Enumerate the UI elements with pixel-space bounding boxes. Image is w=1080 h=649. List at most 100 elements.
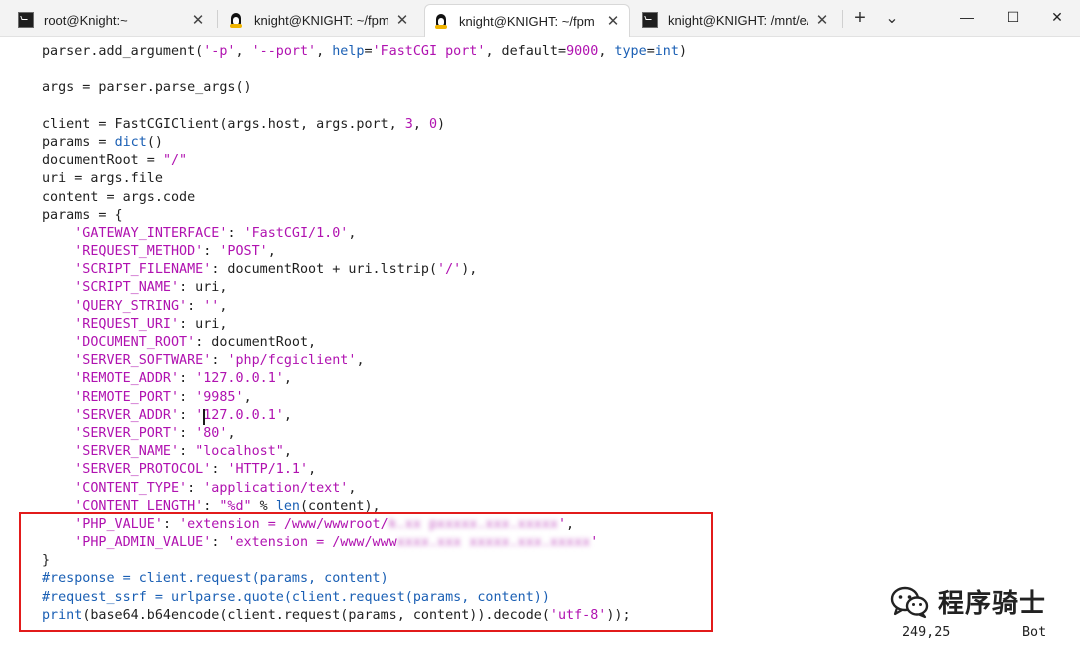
code-token: args = parser.parse_args() — [42, 80, 252, 96]
plus-icon: + — [854, 6, 866, 29]
code-token: = — [364, 44, 373, 59]
code-token: '127.0.0.1' — [195, 371, 284, 387]
code-token: 'php/fcgiclient' — [227, 353, 357, 369]
code-line: args = parser.parse_args() — [42, 79, 687, 97]
wechat-icon — [890, 586, 929, 618]
code-token: ), — [461, 262, 478, 278]
code-token: params = — [42, 134, 115, 150]
close-icon[interactable]: ✕ — [814, 11, 830, 29]
tab-root-knight[interactable]: root@Knight:~ ✕ — [10, 4, 214, 36]
code-line: 'SCRIPT_NAME': uri, — [42, 279, 687, 297]
code-token: help — [332, 44, 365, 59]
code-token: , — [267, 244, 276, 260]
code-token: 'POST' — [219, 244, 268, 260]
code-token: 'SERVER_PORT' — [74, 425, 180, 441]
code-token: : — [203, 244, 220, 260]
tab-knight-mnt[interactable]: knight@KNIGHT: /mnt/e/Pr ✕ — [634, 4, 838, 36]
code-token: , default= — [485, 44, 567, 59]
code-token: 'application/text' — [203, 480, 349, 496]
code-token: , — [308, 462, 317, 478]
code-line: content = args.code — [42, 189, 687, 207]
code-token: 'REQUEST_URI' — [74, 316, 180, 332]
code-token: content = args.code — [42, 189, 196, 205]
watermark-text: 程序骑士 — [938, 589, 1047, 619]
terminal-pane[interactable]: parser.add_argument('-p', '--port', help… — [0, 37, 1080, 649]
tab-divider — [842, 10, 843, 28]
code-token: 'QUERY_STRING' — [74, 298, 188, 314]
code-token: '' — [203, 298, 220, 314]
code-line: 'SCRIPT_FILENAME': documentRoot + uri.ls… — [42, 261, 687, 279]
close-icon[interactable]: ✕ — [394, 11, 410, 29]
linux-tux-icon — [433, 13, 449, 29]
code-token: : documentRoot + uri.lstrip( — [211, 262, 438, 278]
text-cursor — [203, 408, 206, 425]
code-token: type — [614, 44, 647, 59]
code-line: 'GATEWAY_INTERFACE': 'FastCGI/1.0', — [42, 225, 687, 243]
code-line: 'SERVER_PORT': '80', — [42, 425, 687, 443]
code-line: parser.add_argument('-p', '--port', help… — [42, 43, 687, 61]
code-token: : uri, — [179, 316, 228, 332]
code-line: 'CONTENT_TYPE': 'application/text', — [42, 480, 687, 498]
code-line: 'DOCUMENT_ROOT': documentRoot, — [42, 334, 687, 352]
code-token: : — [211, 462, 228, 478]
maximize-button[interactable]: ☐ — [990, 0, 1036, 34]
cmd-icon — [642, 12, 658, 28]
code-token: , — [243, 389, 252, 405]
code-token: 'SERVER_ADDR' — [74, 407, 180, 423]
cmd-icon — [18, 12, 34, 28]
minimize-button[interactable]: — — [944, 0, 990, 34]
code-token: '80' — [195, 425, 228, 441]
close-icon[interactable]: ✕ — [190, 11, 206, 29]
minimize-icon: — — [960, 9, 974, 25]
tab-knight-fpm-active[interactable]: knight@KNIGHT: ~/fpm ✕ — [424, 4, 630, 37]
code-token: , — [348, 480, 357, 496]
code-line: 'SERVER_PROTOCOL': 'HTTP/1.1', — [42, 461, 687, 479]
scroll-position: Bot — [1022, 625, 1047, 640]
code-token: , — [348, 225, 357, 241]
code-line: 'SERVER_SOFTWARE': 'php/fcgiclient', — [42, 352, 687, 370]
code-token: , — [283, 444, 292, 460]
tab-title: root@Knight:~ — [44, 12, 128, 28]
code-token: : — [179, 444, 196, 460]
code-token: parser.add_argument( — [42, 44, 204, 59]
tab-knight-fpm-1[interactable]: knight@KNIGHT: ~/fpm ✕ — [220, 4, 418, 36]
chevron-down-icon: ⌄ — [885, 10, 899, 27]
close-window-button[interactable]: ✕ — [1034, 0, 1080, 34]
tab-dropdown-button[interactable]: ⌄ — [880, 4, 904, 32]
code-token: 'CONTENT_TYPE' — [74, 480, 188, 496]
code-line: 'SERVER_ADDR': '127.0.0.1', — [42, 407, 687, 425]
maximize-icon: ☐ — [1006, 8, 1020, 25]
close-icon[interactable]: ✕ — [605, 12, 621, 30]
code-token: , — [219, 298, 228, 314]
code-token: 'REMOTE_PORT' — [74, 389, 180, 405]
code-token: : uri, — [179, 280, 228, 296]
code-token: int — [654, 44, 679, 59]
code-line: 'REMOTE_PORT': '9985', — [42, 389, 687, 407]
new-tab-button[interactable]: + — [848, 4, 872, 32]
code-token: , — [235, 44, 252, 59]
code-token: '/' — [437, 262, 462, 278]
code-token: : — [187, 480, 204, 496]
code-token: 'REQUEST_METHOD' — [74, 244, 204, 260]
code-token: , — [283, 371, 292, 387]
code-token: , — [316, 44, 333, 59]
code-token: dict — [114, 134, 147, 150]
code-token: , — [356, 353, 365, 369]
tab-divider — [217, 10, 218, 28]
tab-title: knight@KNIGHT: /mnt/e/Pr — [668, 12, 808, 28]
code-token: : — [227, 225, 244, 241]
close-icon: ✕ — [1051, 8, 1063, 25]
code-token: '--port' — [251, 44, 317, 59]
code-token: params = { — [42, 207, 123, 223]
code-line: 'QUERY_STRING': '', — [42, 298, 687, 316]
code-token: '127.0.0.1' — [195, 407, 284, 423]
code-line: 'REQUEST_METHOD': 'POST', — [42, 243, 687, 261]
